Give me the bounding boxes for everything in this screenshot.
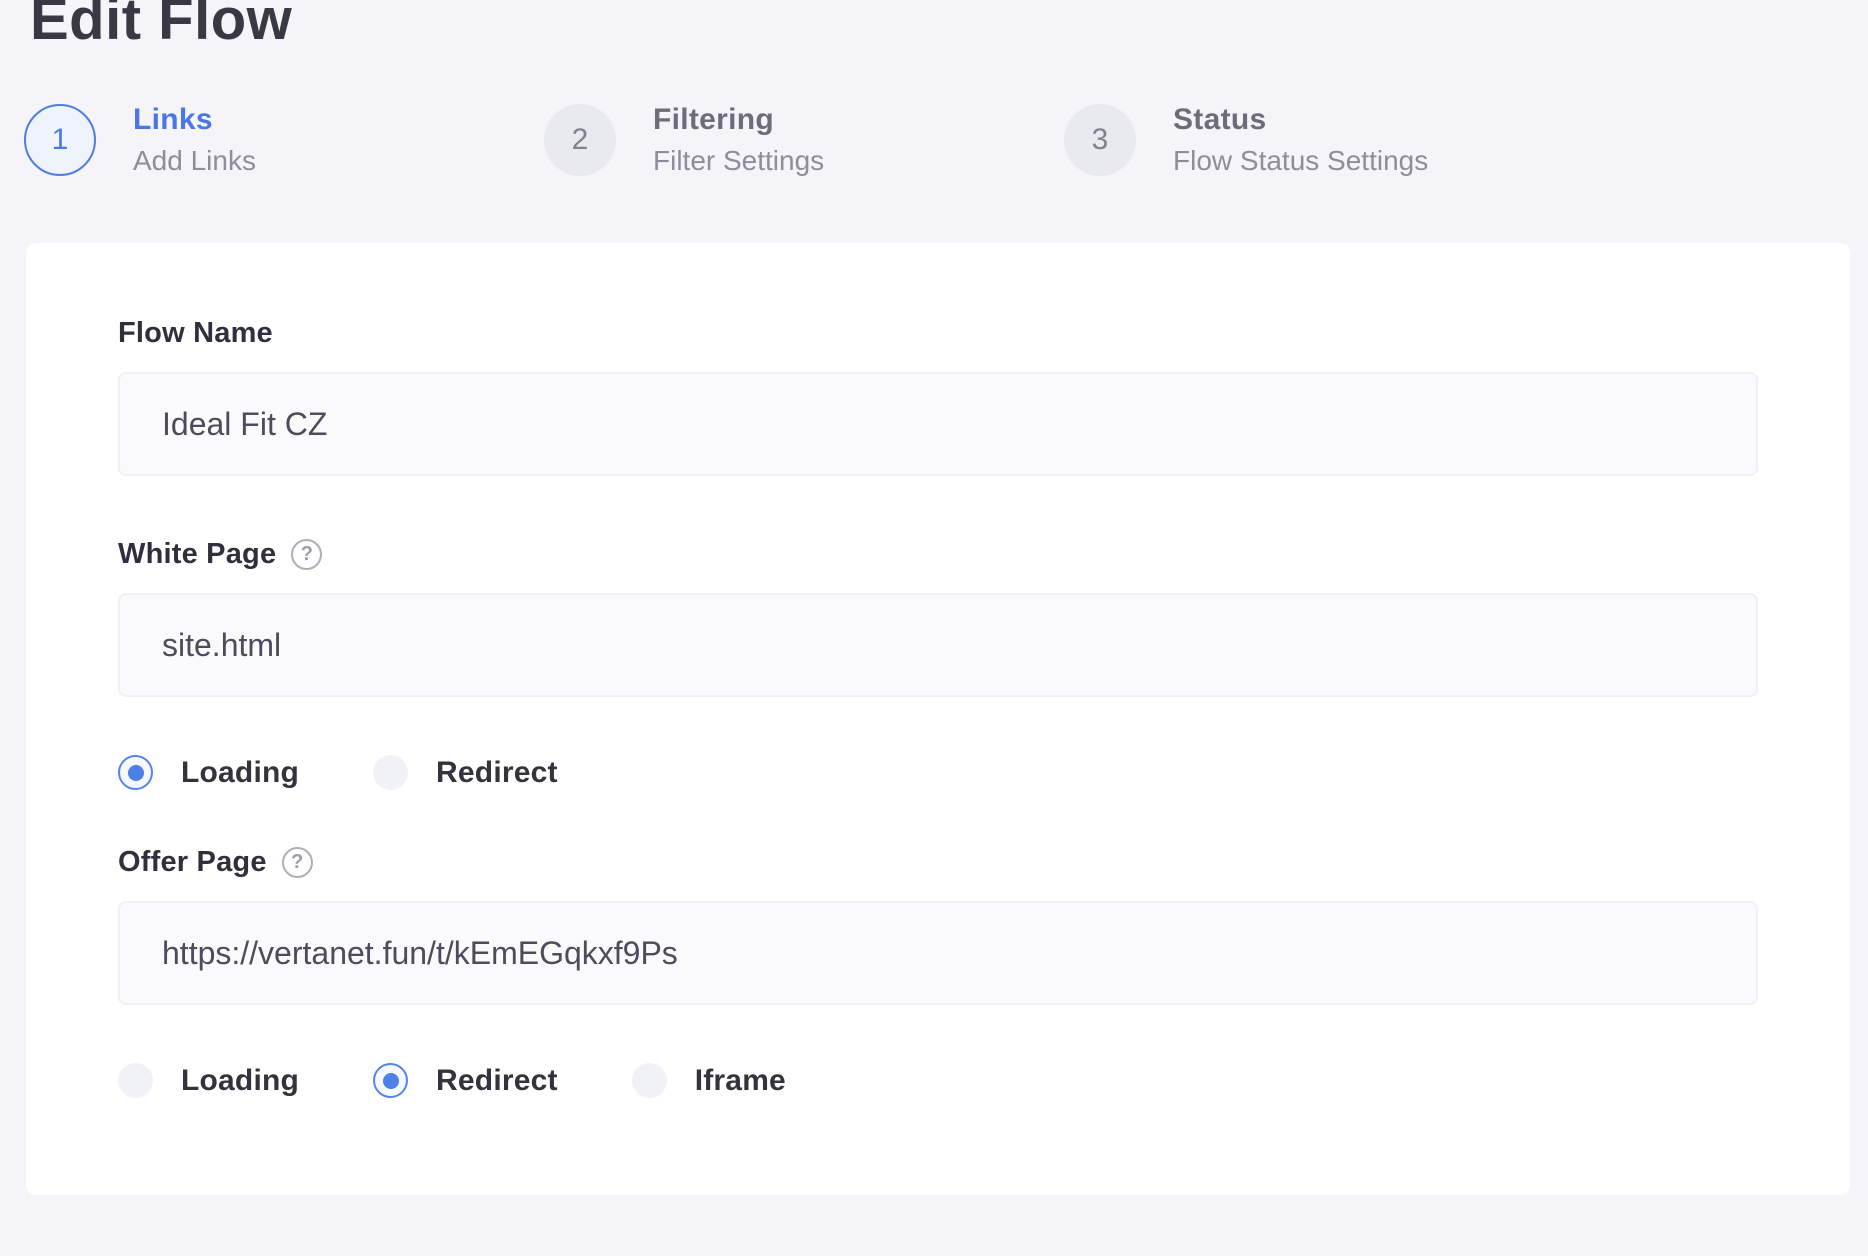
stepper-step-filtering[interactable]: 2 Filtering Filter Settings (544, 103, 1064, 177)
stepper-step-status[interactable]: 3 Status Flow Status Settings (1064, 103, 1584, 177)
white-page-help-icon[interactable]: ? (291, 539, 322, 570)
step-subtitle: Filter Settings (653, 145, 824, 177)
flow-name-input[interactable] (118, 372, 1758, 476)
white-page-mode-group: Loading Redirect (118, 755, 1758, 790)
radio-selected-icon[interactable] (118, 755, 153, 790)
step-title: Filtering (653, 103, 824, 137)
offer-page-label: Offer Page (118, 846, 267, 879)
radio-unselected-icon[interactable] (632, 1063, 667, 1098)
step-subtitle: Add Links (133, 145, 256, 177)
offer-page-mode-iframe[interactable]: Iframe (632, 1063, 786, 1098)
radio-label: Loading (181, 1064, 299, 1098)
white-page-label: White Page (118, 538, 276, 571)
radio-selected-icon[interactable] (373, 1063, 408, 1098)
step-number-badge: 2 (544, 104, 616, 176)
stepper-step-links[interactable]: 1 Links Add Links (24, 103, 544, 177)
radio-label: Redirect (436, 756, 558, 790)
white-page-mode-loading[interactable]: Loading (118, 755, 299, 790)
radio-unselected-icon[interactable] (373, 755, 408, 790)
radio-label: Redirect (436, 1064, 558, 1098)
offer-page-mode-loading[interactable]: Loading (118, 1063, 299, 1098)
white-page-input[interactable] (118, 593, 1758, 697)
step-number-badge: 3 (1064, 104, 1136, 176)
flow-name-label: Flow Name (118, 317, 273, 350)
step-number-badge: 1 (24, 104, 96, 176)
offer-page-input[interactable] (118, 901, 1758, 1005)
step-subtitle: Flow Status Settings (1173, 145, 1428, 177)
offer-page-help-icon[interactable]: ? (282, 847, 313, 878)
stepper: 1 Links Add Links 2 Filtering Filter Set… (24, 103, 1868, 177)
offer-page-mode-group: Loading Redirect Iframe (118, 1063, 1758, 1098)
radio-label: Iframe (695, 1064, 786, 1098)
step-title: Links (133, 103, 256, 137)
step-title: Status (1173, 103, 1428, 137)
white-page-mode-redirect[interactable]: Redirect (373, 755, 558, 790)
offer-page-mode-redirect[interactable]: Redirect (373, 1063, 558, 1098)
radio-label: Loading (181, 756, 299, 790)
page-title: Edit Flow (30, 0, 1868, 53)
radio-unselected-icon[interactable] (118, 1063, 153, 1098)
edit-flow-card: Flow Name White Page ? Loading Redirect … (26, 243, 1850, 1195)
